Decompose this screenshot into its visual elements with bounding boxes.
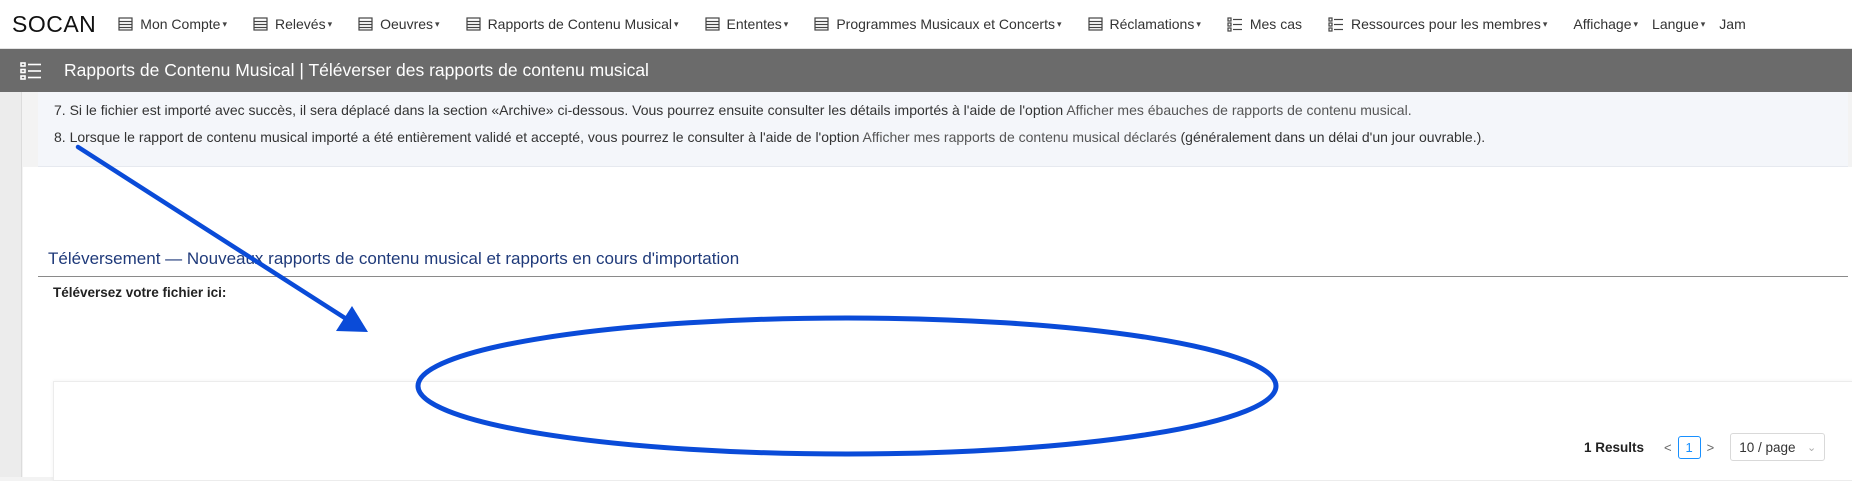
table-icon — [253, 17, 268, 31]
caret-down-icon: ▾ — [327, 18, 333, 29]
list-icon — [1227, 16, 1243, 32]
instruction-7: 7. Si le fichier est importé avec succès… — [54, 102, 1412, 118]
nav-item-mes-cas[interactable]: Mes cas — [1227, 16, 1302, 32]
view-drafts-link[interactable]: Afficher mes ébauches de rapports de con… — [1066, 102, 1411, 118]
nav-item-label: Relevés — [274, 16, 326, 32]
nav-menu: Mon Compte ▾ Relevés ▾ Oeuvres ▾ Rapports de C… — [118, 16, 1759, 32]
nav-item-jam[interactable]: Jam — [1719, 16, 1745, 32]
table-icon — [465, 17, 481, 31]
caret-down-icon: ▾ — [674, 18, 679, 29]
caret-down-icon: ▾ — [1196, 18, 1201, 29]
page-size-value: 10 / page — [1739, 439, 1796, 455]
nav-item-ressources-pour-les-membres[interactable]: Ressources pour les membres ▾ — [1328, 16, 1547, 32]
chevron-down-icon: ⌄ — [1807, 441, 1817, 454]
nav-item-langue[interactable]: Langue ▾ — [1652, 16, 1705, 32]
upload-label: Téléversez votre fichier ici: — [53, 285, 227, 300]
uploads-table — [53, 381, 1852, 481]
instructions-box: 7. Si le fichier est importé avec succès… — [38, 92, 1848, 167]
nav-item-label: Réclamations — [1109, 16, 1195, 32]
nav-item-oeuvres[interactable]: Oeuvres ▾ — [358, 16, 440, 32]
nav-item-programmes-musicaux-et-concerts[interactable]: Programmes Musicaux et Concerts ▾ — [814, 16, 1062, 32]
list-icon — [1328, 16, 1344, 32]
nav-item-label: Mes cas — [1249, 16, 1302, 32]
socan-logo[interactable]: SOCAN — [12, 11, 96, 38]
instruction-8-after: (généralement dans un délai d'un jour ou… — [1176, 129, 1486, 145]
nav-item-label: Jam — [1719, 16, 1746, 32]
page-title: Rapports de Contenu Musical | Téléverser… — [64, 60, 649, 80]
page-size-select[interactable]: 10 / page ⌄ — [1730, 433, 1826, 461]
nav-item-label: Oeuvres — [380, 16, 434, 32]
upload-section-title: Téléversement — Nouveaux rapports de con… — [48, 249, 740, 268]
caret-down-icon: ▾ — [1542, 18, 1548, 29]
nav-item-label: Rapports de Contenu Musical — [487, 16, 672, 32]
nav-item-label: Langue — [1652, 16, 1699, 32]
results-count: 1 Results — [1584, 439, 1645, 455]
nav-item-mon-compte[interactable]: Mon Compte ▾ — [118, 16, 227, 32]
left-rail — [0, 92, 22, 477]
caret-down-icon: ▾ — [222, 18, 227, 29]
page-1-button[interactable]: 1 — [1677, 435, 1701, 459]
table-icon — [358, 17, 373, 31]
nav-item-ententes[interactable]: Ententes ▾ — [704, 16, 789, 32]
view-declared-reports-link[interactable]: Afficher mes rapports de contenu musical… — [863, 129, 1177, 145]
prev-page-button[interactable]: < — [1664, 440, 1672, 455]
table-icon — [814, 17, 829, 31]
page-title-bar: Rapports de Contenu Musical | Téléverser… — [0, 49, 1852, 92]
menu-list-icon[interactable] — [20, 61, 42, 80]
nav-item-label: Ententes — [726, 16, 782, 32]
nav-item-label: Affichage — [1573, 16, 1632, 32]
nav-item-rapports-de-contenu-musical[interactable]: Rapports de Contenu Musical ▾ — [465, 16, 679, 32]
caret-down-icon: ▾ — [435, 18, 440, 29]
nav-item-reclamations[interactable]: Réclamations ▾ — [1087, 16, 1201, 32]
instruction-8-text: 8. Lorsque le rapport de contenu musical… — [54, 129, 863, 145]
caret-down-icon: ▾ — [1056, 18, 1062, 29]
instruction-8: 8. Lorsque le rapport de contenu musical… — [54, 129, 1485, 145]
caret-down-icon: ▾ — [1633, 18, 1639, 29]
pagination: 1 Results < 1 > 10 / page ⌄ — [1584, 433, 1826, 461]
next-page-button[interactable]: > — [1707, 440, 1715, 455]
table-icon — [704, 17, 720, 31]
table-icon — [118, 17, 133, 31]
nav-item-affichage[interactable]: Affichage ▾ — [1573, 16, 1638, 32]
section-divider — [38, 276, 1848, 277]
nav-item-releves[interactable]: Relevés ▾ — [253, 16, 332, 32]
nav-item-label: Programmes Musicaux et Concerts — [836, 16, 1055, 32]
nav-item-label: Mon Compte — [140, 16, 221, 32]
caret-down-icon: ▾ — [783, 18, 789, 29]
nav-item-label: Ressources pour les membres — [1350, 16, 1541, 32]
instruction-7-text: 7. Si le fichier est importé avec succès… — [54, 102, 1067, 118]
table-icon — [1087, 17, 1103, 31]
top-navigation: SOCAN Mon Compte ▾ Relevés ▾ Oeuvres ▾ Rapport… — [0, 0, 1852, 49]
caret-down-icon: ▾ — [1700, 18, 1706, 29]
